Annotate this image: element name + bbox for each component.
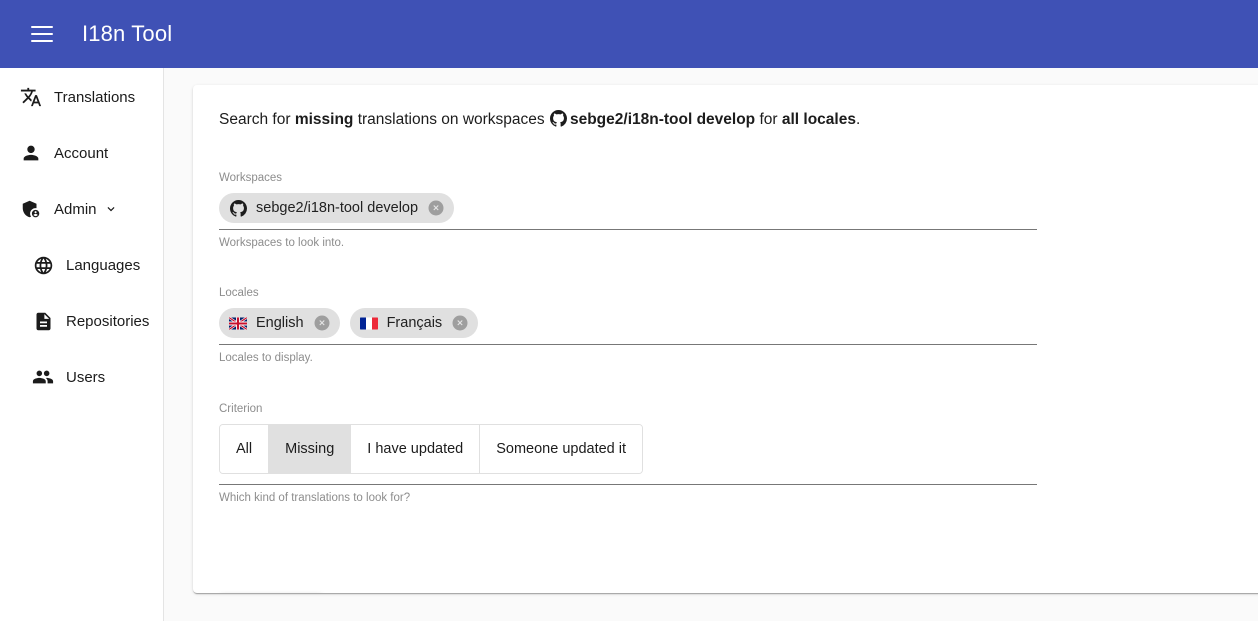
locales-label: Locales [219,287,259,299]
document-icon [32,310,54,332]
intro-locales: all locales [781,111,856,128]
sidebar-item-label: Account [54,144,109,162]
person-icon [20,142,42,164]
criterion-hint: Which kind of translations to look for? [219,492,411,504]
locales-chip-input[interactable]: English Français [219,308,1037,345]
admin-panel-settings-icon [20,198,42,220]
criterion-label: Criterion [219,403,263,415]
criterion-option-i-have-updated[interactable]: I have updated [351,425,481,473]
intro-for: for [755,111,782,128]
flag-fr-icon [359,314,378,332]
criterion-option-someone-updated-it[interactable]: Someone updated it [480,425,643,473]
workspace-chip[interactable]: sebge2/i18n-tool develop [219,193,455,223]
workspaces-label: Workspaces [219,172,283,184]
menu-bar-1 [31,26,53,28]
sidebar-item-label: Languages [66,256,141,274]
chip-label: sebge2/i18n-tool develop [256,200,419,216]
chip-label: English [256,315,304,331]
search-form-card: Search for missing translations on works… [193,85,1258,593]
locale-chip-english[interactable]: English [219,308,340,338]
sidebar-item-label: Repositories [66,312,150,330]
sidebar: Translations Account Admin Languages Rep… [0,68,164,621]
criterion-option-missing[interactable]: Missing [269,425,352,473]
criterion-option-all[interactable]: All [220,425,270,473]
locales-hint: Locales to display. [219,352,313,364]
sidebar-item-label: Admin [54,200,97,218]
cancel-circle-icon[interactable] [451,314,469,332]
criterion-control: All Missing I have updated Someone updat… [219,424,1037,485]
workspaces-hint: Workspaces to look into. [219,237,345,249]
menu-bar-2 [31,33,53,35]
locales-field: Locales English Français Locales to disp… [219,286,1037,365]
workspaces-field: Workspaces sebge2/i18n-tool develop Work… [219,171,1037,250]
app-title: I18n Tool [82,21,173,46]
search-summary-text: Search for missing translations on works… [219,110,860,133]
globe-icon [32,254,54,276]
cancel-circle-icon[interactable] [427,199,445,217]
sidebar-item-repositories[interactable]: Repositories [0,304,163,338]
criterion-toggle-group[interactable]: All Missing I have updated Someone updat… [219,424,644,474]
locale-chip-francais[interactable]: Français [349,308,479,338]
chip-label: Français [386,315,443,331]
menu-bar-3 [31,40,53,42]
sidebar-item-account[interactable]: Account [0,136,163,170]
cancel-circle-icon[interactable] [313,314,331,332]
intro-prefix: Search for [219,111,295,128]
intro-criterion: missing [294,111,354,128]
translate-icon [20,86,42,108]
sidebar-item-label: Translations [54,88,136,106]
criterion-field: Criterion All Missing I have updated Som… [219,402,1037,505]
github-icon [549,110,567,133]
hamburger-menu-icon[interactable] [22,14,62,54]
workspaces-chip-input[interactable]: sebge2/i18n-tool develop [219,193,1037,230]
people-group-icon [32,366,54,388]
sidebar-item-label: Users [66,368,106,386]
github-icon [229,199,247,217]
intro-suffix: . [855,111,861,128]
intro-middle: translations on workspaces [353,111,549,128]
flag-uk-icon [229,314,247,332]
sidebar-item-admin[interactable]: Admin [0,192,163,226]
sidebar-item-translations[interactable]: Translations [0,80,163,114]
sidebar-item-languages[interactable]: Languages [0,248,163,282]
app-header: I18n Tool [0,0,1258,68]
chevron-down-icon[interactable] [104,202,118,216]
intro-workspace: sebge2/i18n-tool develop [569,111,756,128]
sidebar-item-users[interactable]: Users [0,360,163,394]
